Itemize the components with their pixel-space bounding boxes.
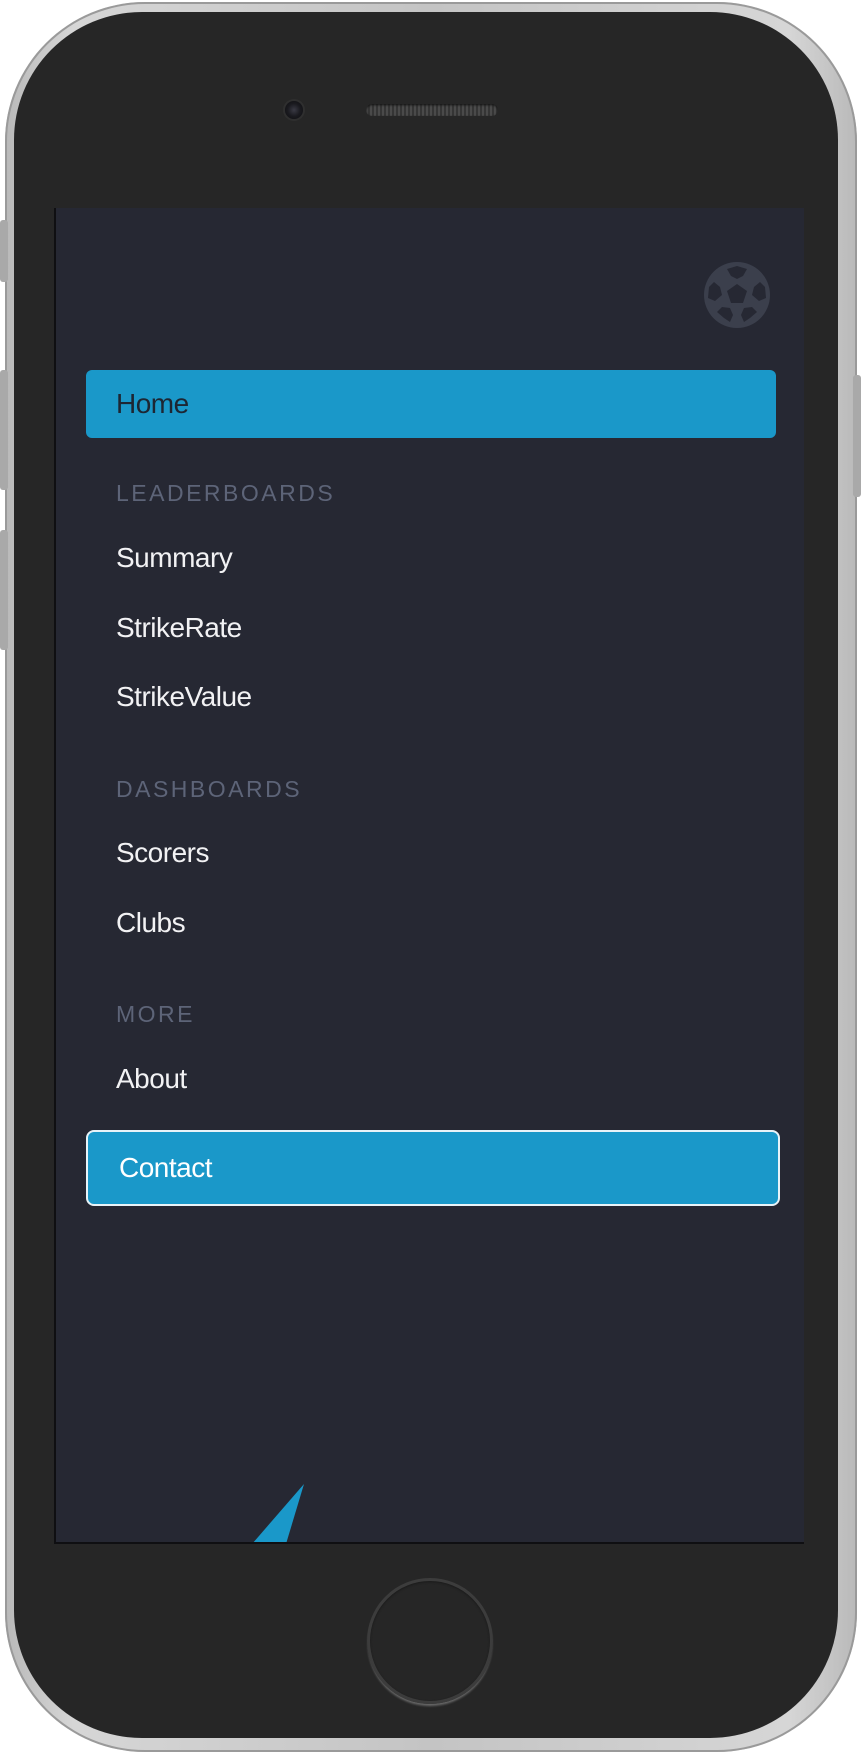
camera-icon [285, 101, 303, 119]
home-button-icon[interactable] [367, 1578, 493, 1704]
nav-item-home-label: Home [116, 388, 189, 419]
nav-item-about[interactable]: About [86, 1045, 776, 1113]
nav-item-contact[interactable]: Contact [86, 1130, 780, 1206]
mute-switch [0, 220, 8, 282]
nav-item-strikerate[interactable]: StrikeRate [86, 594, 776, 662]
nav-item-clubs[interactable]: Clubs [86, 889, 776, 957]
power-button [853, 375, 861, 497]
nav-item-strikerate-label: StrikeRate [116, 612, 242, 643]
soccer-ball-icon[interactable] [702, 260, 772, 330]
device-mockup: Home LEADERBOARDS Summary StrikeRate Str… [0, 0, 861, 1754]
nav-item-about-label: About [116, 1063, 187, 1094]
app-screen: Home LEADERBOARDS Summary StrikeRate Str… [54, 208, 804, 1544]
volume-down-button [0, 530, 8, 650]
section-label-dashboards: DASHBOARDS [116, 776, 303, 802]
section-label-more: MORE [116, 1001, 195, 1027]
nav-item-scorers[interactable]: Scorers [86, 819, 776, 887]
nav-item-clubs-label: Clubs [116, 907, 186, 938]
nav-item-contact-label: Contact [119, 1152, 213, 1183]
nav-item-scorers-label: Scorers [116, 837, 209, 868]
nav-item-strikevalue[interactable]: StrikeValue [86, 663, 776, 731]
section-label-leaderboards: LEADERBOARDS [116, 480, 336, 506]
nav-item-summary[interactable]: Summary [86, 524, 776, 592]
nav-item-strikevalue-label: StrikeValue [116, 681, 252, 712]
volume-up-button [0, 370, 8, 490]
nav-item-summary-label: Summary [116, 542, 233, 573]
nav-item-home[interactable]: Home [86, 370, 776, 438]
speaker-icon [366, 104, 498, 116]
